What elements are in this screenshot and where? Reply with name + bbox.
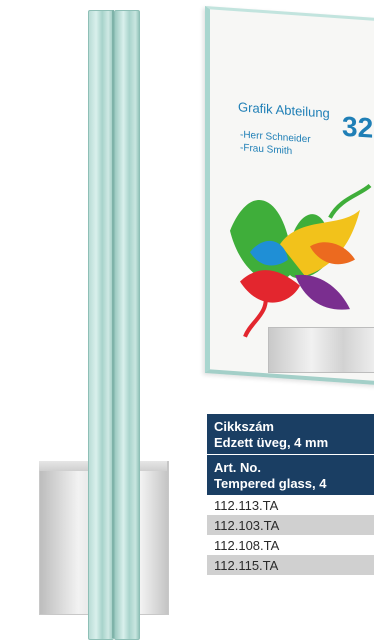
glass-pane-left <box>88 10 114 640</box>
table-header-hu: Cikkszám Edzett üveg, 4 mm <box>207 414 374 454</box>
table-header-en: Art. No. Tempered glass, 4 <box>207 454 374 495</box>
sign-name-2: -Frau Smith <box>240 142 293 158</box>
header-hu-line1: Cikkszám <box>214 419 274 434</box>
paint-splash-graphic <box>230 183 372 338</box>
table-row: 112.103.TA <box>207 515 374 535</box>
table-row: 112.115.TA <box>207 555 374 575</box>
header-en-line2: Tempered glass, 4 <box>214 476 327 491</box>
table-row: 112.113.TA <box>214 498 279 513</box>
table-row: 112.108.TA <box>214 538 280 553</box>
header-en-line1: Art. No. <box>214 460 261 475</box>
header-hu-line2: Edzett üveg, 4 mm <box>214 435 329 450</box>
glass-pane-right <box>114 10 140 640</box>
article-table: Cikkszám Edzett üveg, 4 mm Art. No. Temp… <box>207 414 374 575</box>
sign-stand <box>268 327 374 373</box>
sign-number: 32 <box>342 110 374 144</box>
sign-title: Grafik Abteilung <box>238 99 330 121</box>
